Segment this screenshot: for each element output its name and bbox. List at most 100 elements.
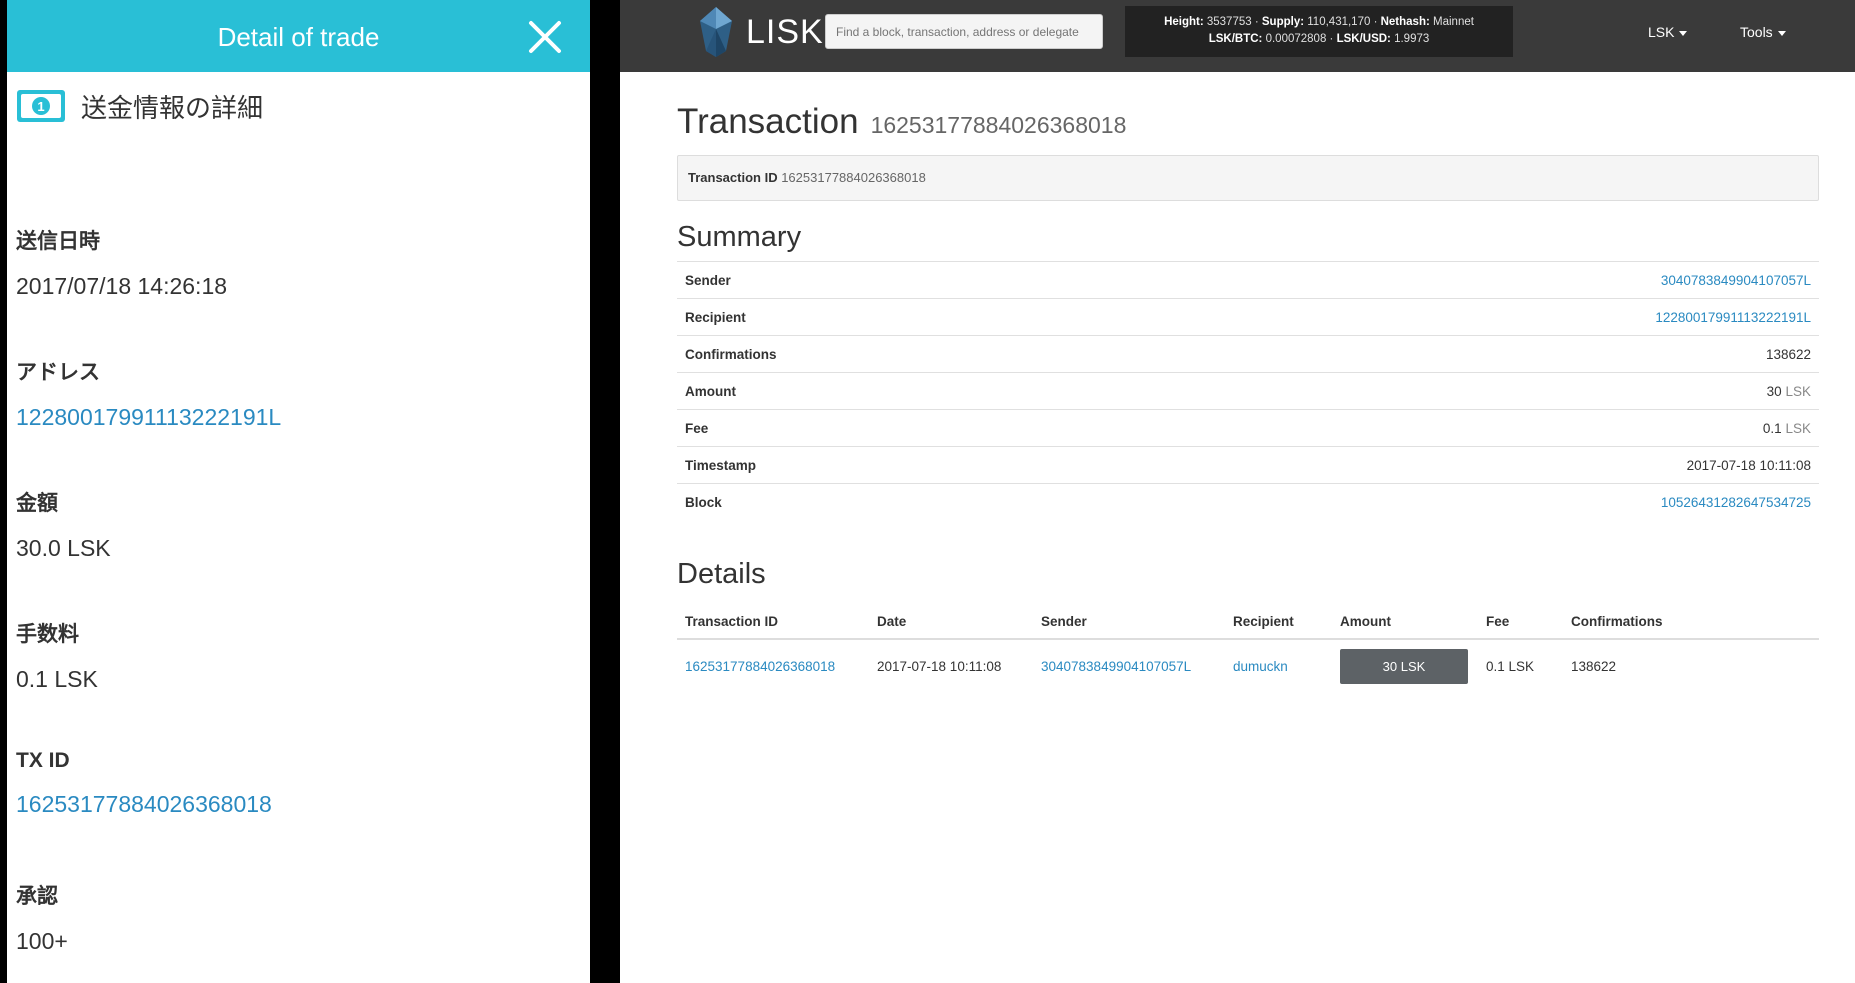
top-navbar: LISK Height: 3537753 · Supply: 110,431,1… bbox=[620, 0, 1855, 72]
sender-link[interactable]: 3040783849904107057L bbox=[1661, 273, 1811, 288]
summary-key: Timestamp bbox=[677, 446, 1117, 484]
summary-key: Fee bbox=[677, 409, 1117, 447]
summary-row-confirmations: Confirmations 138622 bbox=[677, 335, 1819, 373]
transaction-id-label: Transaction ID bbox=[688, 170, 778, 185]
logo-text: LISK bbox=[746, 12, 824, 51]
table-row: 16253177884026368018 2017-07-18 10:11:08… bbox=[677, 639, 1819, 692]
col-header: Fee bbox=[1478, 604, 1563, 640]
field-label: TX ID bbox=[16, 749, 70, 772]
col-header: Date bbox=[869, 604, 1033, 640]
field-confirmations: 承認 100+ bbox=[16, 880, 68, 955]
panel-title: Detail of trade bbox=[217, 22, 380, 52]
btc-label: LSK/BTC: bbox=[1208, 33, 1263, 45]
confirmations-cell: 138622 bbox=[1571, 658, 1617, 674]
section-title: 送金情報の詳細 bbox=[81, 92, 264, 123]
usd-value: 1.9973 bbox=[1394, 33, 1430, 45]
close-icon[interactable] bbox=[528, 20, 562, 54]
summary-key: Confirmations bbox=[677, 335, 1117, 373]
col-header: Amount bbox=[1332, 604, 1478, 640]
amount-unit: LSK bbox=[1785, 383, 1811, 399]
fee-cell: 0.1 LSK bbox=[1486, 658, 1535, 674]
block-link[interactable]: 10526431282647534725 bbox=[1661, 495, 1811, 510]
field-label: アドレス bbox=[16, 361, 100, 384]
summary-row-amount: Amount 30 LSK bbox=[677, 372, 1819, 410]
height-value: 3537753 bbox=[1206, 16, 1252, 28]
lisk-gem-icon bbox=[700, 7, 732, 57]
date-cell: 2017-07-18 10:11:08 bbox=[877, 658, 1002, 674]
tx-id-link[interactable]: 16253177884026368018 bbox=[685, 659, 835, 674]
field-value: 100+ bbox=[16, 928, 68, 954]
money-icon: 1 bbox=[17, 90, 65, 122]
btc-value: 0.00072808 bbox=[1265, 33, 1327, 45]
summary-key: Block bbox=[677, 483, 1117, 520]
recipient-link[interactable]: dumuckn bbox=[1233, 659, 1288, 674]
summary-title: Summary bbox=[677, 221, 802, 253]
nethash-value: Mainnet bbox=[1433, 16, 1474, 28]
fee-unit: LSK bbox=[1785, 420, 1811, 436]
field-value: 0.1 LSK bbox=[16, 666, 98, 692]
field-address: アドレス 12280017991113222191L bbox=[16, 356, 281, 431]
panel-header: Detail of trade bbox=[7, 0, 590, 72]
summary-key: Amount bbox=[677, 372, 1117, 410]
col-header: Transaction ID bbox=[677, 604, 869, 640]
page-title-text: Transaction bbox=[677, 102, 859, 141]
lisk-explorer: LISK Height: 3537753 · Supply: 110,431,1… bbox=[620, 0, 1855, 983]
field-label: 送信日時 bbox=[16, 230, 100, 253]
summary-value: 138622 bbox=[1116, 335, 1819, 373]
transaction-id-box: Transaction ID 16253177884026368018 bbox=[677, 155, 1819, 201]
summary-table: Sender 3040783849904107057L Recipient 12… bbox=[677, 261, 1819, 520]
lisk-logo[interactable]: LISK bbox=[696, 5, 824, 59]
caret-down-icon bbox=[1777, 30, 1786, 36]
height-label: Height: bbox=[1164, 16, 1204, 28]
transaction-id-value: 16253177884026368018 bbox=[781, 170, 926, 185]
nethash-label: Nethash: bbox=[1380, 16, 1430, 28]
col-header: Sender bbox=[1033, 604, 1225, 640]
amount-value: 30 bbox=[1766, 383, 1782, 399]
field-value: 2017/07/18 14:26:18 bbox=[16, 273, 228, 299]
summary-key: Recipient bbox=[677, 298, 1117, 336]
fee-value: 0.1 bbox=[1762, 420, 1782, 436]
summary-row-fee: Fee 0.1 LSK bbox=[677, 409, 1819, 447]
field-label: 手数料 bbox=[16, 623, 79, 646]
usd-label: LSK/USD: bbox=[1336, 33, 1391, 45]
col-header: Confirmations bbox=[1563, 604, 1819, 640]
svg-text:1: 1 bbox=[37, 99, 44, 114]
supply-label: Supply: bbox=[1261, 16, 1305, 28]
nav-tools-label: Tools bbox=[1740, 24, 1773, 40]
field-send-date: 送信日時 2017/07/18 14:26:18 bbox=[16, 225, 227, 300]
summary-row-block: Block 10526431282647534725 bbox=[677, 483, 1819, 520]
section-heading: 1 送金情報の詳細 bbox=[16, 86, 263, 126]
field-fee: 手数料 0.1 LSK bbox=[16, 618, 98, 693]
nav-lsk-label: LSK bbox=[1648, 24, 1675, 40]
network-stats: Height: 3537753 · Supply: 110,431,170 · … bbox=[1125, 6, 1513, 57]
summary-row-sender: Sender 3040783849904107057L bbox=[677, 261, 1819, 299]
page-title-id: 16253177884026368018 bbox=[870, 112, 1127, 138]
panel-divider bbox=[590, 0, 620, 983]
nav-lsk-dropdown[interactable]: LSK bbox=[1648, 24, 1688, 40]
supply-value: 110,431,170 bbox=[1307, 16, 1371, 28]
trade-detail-panel: Detail of trade 1 送金情報の詳細 送信日時 2017/07/1… bbox=[7, 0, 590, 983]
field-label: 承認 bbox=[16, 885, 58, 908]
details-table: Transaction ID Date Sender Recipient Amo… bbox=[677, 604, 1819, 692]
recipient-link[interactable]: 12280017991113222191L bbox=[1655, 310, 1811, 325]
main-content: Transaction 16253177884026368018 Transac… bbox=[677, 72, 1819, 692]
caret-down-icon bbox=[1679, 30, 1688, 36]
nav-tools-dropdown[interactable]: Tools bbox=[1740, 24, 1786, 40]
field-value: 30.0 LSK bbox=[16, 535, 111, 561]
field-label: 金額 bbox=[16, 492, 58, 515]
col-header: Recipient bbox=[1225, 604, 1332, 640]
summary-row-timestamp: Timestamp 2017-07-18 10:11:08 bbox=[677, 446, 1819, 484]
summary-key: Sender bbox=[677, 261, 1117, 299]
details-title: Details bbox=[677, 558, 766, 590]
summary-row-recipient: Recipient 12280017991113222191L bbox=[677, 298, 1819, 336]
field-amount: 金額 30.0 LSK bbox=[16, 487, 111, 562]
amount-badge: 30 LSK bbox=[1340, 648, 1468, 684]
address-link[interactable]: 12280017991113222191L bbox=[16, 404, 281, 431]
sender-link[interactable]: 3040783849904107057L bbox=[1041, 659, 1191, 674]
search-input[interactable] bbox=[825, 14, 1103, 49]
page-title: Transaction 16253177884026368018 bbox=[677, 102, 1819, 147]
field-tx-id: TX ID 16253177884026368018 bbox=[16, 749, 272, 818]
tx-id-link[interactable]: 16253177884026368018 bbox=[16, 791, 272, 818]
summary-value: 2017-07-18 10:11:08 bbox=[1116, 446, 1819, 484]
details-header-row: Transaction ID Date Sender Recipient Amo… bbox=[677, 604, 1819, 640]
